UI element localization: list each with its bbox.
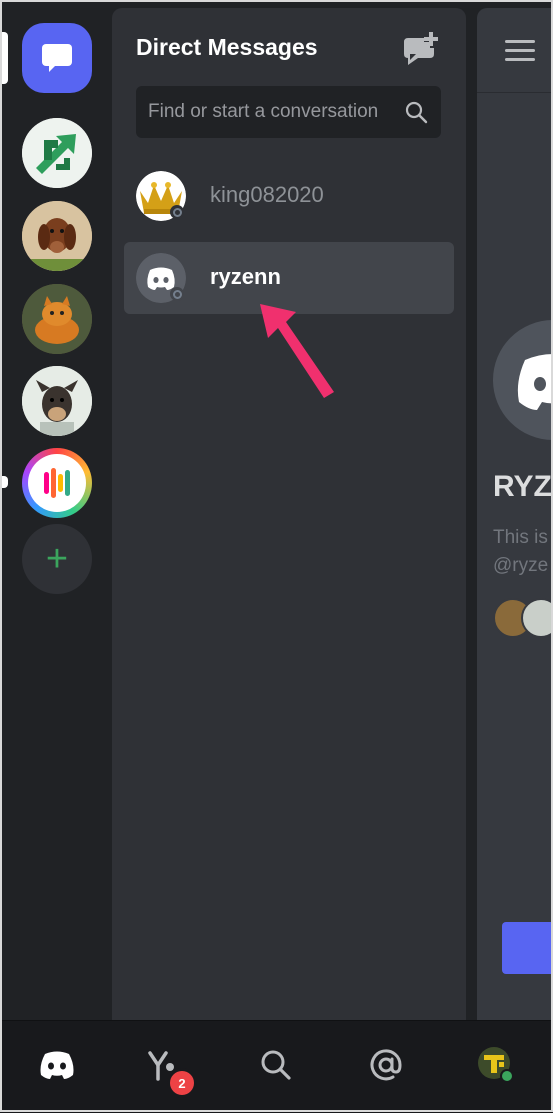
server-green-arrows[interactable] xyxy=(22,118,92,188)
server-dachshund[interactable] xyxy=(22,201,92,271)
search-icon xyxy=(261,1050,291,1080)
mentions-icon xyxy=(370,1049,402,1081)
selected-server-pill xyxy=(0,32,8,84)
chat-header xyxy=(477,8,553,93)
discord-default-avatar xyxy=(517,354,553,410)
page-title: Direct Messages xyxy=(136,34,318,60)
server-rail: + xyxy=(0,0,112,1020)
annotation-arrow-icon xyxy=(260,304,334,398)
search-icon xyxy=(405,101,428,124)
home-icon xyxy=(40,1051,74,1079)
nav-profile[interactable] xyxy=(474,1043,518,1087)
unread-indicator xyxy=(0,476,8,488)
chat-panel: RYZ This is @ryze xyxy=(477,8,553,1020)
chat-username: RYZ xyxy=(493,470,552,503)
nav-home[interactable] xyxy=(35,1043,79,1087)
server-dog[interactable] xyxy=(22,366,92,436)
home-button[interactable] xyxy=(22,23,92,93)
dm-name: king082020 xyxy=(210,182,324,207)
chat-avatar xyxy=(493,320,553,440)
search-input[interactable] xyxy=(136,86,441,138)
chat-bubble-icon xyxy=(42,44,72,72)
new-message-icon[interactable] xyxy=(402,32,438,66)
dog-photo xyxy=(22,366,92,436)
dm-item-king082020[interactable]: king082020 xyxy=(124,160,454,232)
dm-name: ryzenn xyxy=(210,264,281,289)
profile-avatar xyxy=(478,1047,514,1083)
server-garfield[interactable] xyxy=(22,284,92,354)
dachshund-photo xyxy=(22,201,92,271)
nav-mentions[interactable] xyxy=(364,1043,408,1087)
bottom-navigation: 2 xyxy=(0,1020,553,1113)
nav-search[interactable] xyxy=(254,1043,298,1087)
friends-badge: 2 xyxy=(167,1068,197,1098)
server-soundwave[interactable] xyxy=(22,448,92,518)
green-arrows-icon xyxy=(22,118,92,188)
message-button[interactable] xyxy=(502,922,553,974)
plus-icon: + xyxy=(45,537,69,580)
mutual-server-avatar xyxy=(521,598,553,638)
offline-status-icon xyxy=(170,205,184,219)
garfield-photo xyxy=(22,284,92,354)
soundwave-icon xyxy=(28,454,86,512)
chat-description: This is @ryze xyxy=(493,527,549,576)
add-server-button[interactable]: + xyxy=(22,524,92,594)
offline-status-icon xyxy=(170,287,184,301)
menu-icon[interactable] xyxy=(505,40,535,62)
direct-messages-panel: Direct Messages king082020 ryzenn xyxy=(112,8,466,1020)
